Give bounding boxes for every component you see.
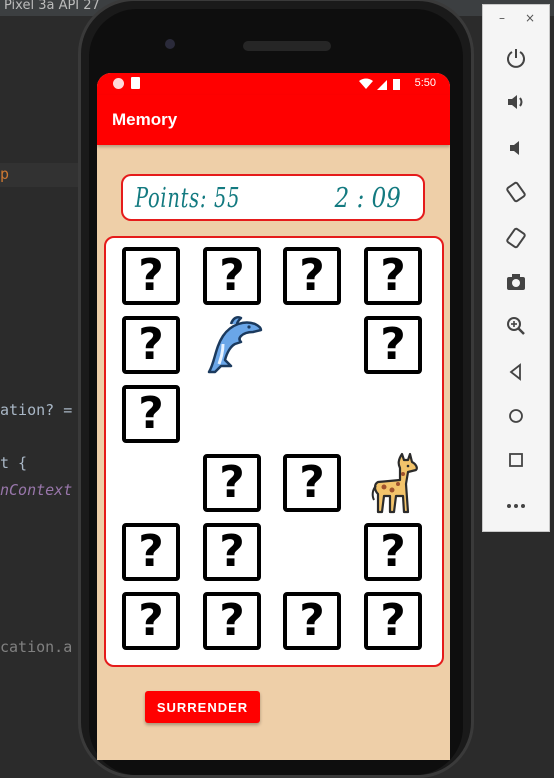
- card-back: ?: [283, 454, 341, 512]
- question-mark-icon: ?: [380, 250, 406, 301]
- card-back: ?: [364, 247, 422, 305]
- more-icon[interactable]: [503, 493, 529, 519]
- device-tab-label[interactable]: Pixel 3a API 27: [4, 0, 100, 13]
- question-mark-icon: ?: [219, 250, 245, 301]
- hidden-card[interactable]: ?: [364, 592, 422, 650]
- question-mark-icon: ?: [299, 595, 325, 646]
- close-button[interactable]: ×: [525, 11, 535, 25]
- code-fragment: cation.a: [0, 638, 73, 656]
- dolphin-icon: [201, 314, 263, 380]
- timer-label: 2 : 09: [334, 183, 401, 214]
- hidden-card[interactable]: ?: [364, 247, 422, 305]
- sd-card-icon: [131, 77, 140, 89]
- power-icon[interactable]: [503, 45, 529, 71]
- volume-up-icon[interactable]: [503, 89, 529, 115]
- card-back: ?: [122, 592, 180, 650]
- question-mark-icon: ?: [219, 595, 245, 646]
- card-back: ?: [203, 523, 261, 581]
- battery-icon: [393, 79, 400, 90]
- app-title: Memory: [112, 110, 178, 129]
- cell-signal-icon: [377, 80, 387, 90]
- home-icon[interactable]: [503, 403, 529, 429]
- zoom-icon[interactable]: [503, 313, 529, 339]
- card-back: ?: [122, 385, 180, 443]
- minimize-button[interactable]: –: [499, 11, 505, 25]
- hidden-card[interactable]: ?: [122, 316, 180, 374]
- volume-down-icon[interactable]: [503, 135, 529, 161]
- hidden-card[interactable]: ?: [283, 592, 341, 650]
- card-back: ?: [122, 247, 180, 305]
- card-back: ?: [364, 523, 422, 581]
- hidden-card[interactable]: ?: [364, 316, 422, 374]
- card-back: ?: [203, 592, 261, 650]
- status-bar: 5:50: [97, 73, 450, 95]
- question-mark-icon: ?: [138, 319, 164, 370]
- hidden-card[interactable]: ?: [122, 385, 180, 443]
- rotate-left-icon[interactable]: [503, 179, 529, 205]
- question-mark-icon: ?: [138, 526, 164, 577]
- code-fragment: p: [0, 165, 10, 183]
- card-back: ?: [283, 247, 341, 305]
- hidden-card[interactable]: ?: [203, 592, 261, 650]
- front-camera: [165, 39, 175, 49]
- question-mark-icon: ?: [299, 250, 325, 301]
- camera-icon[interactable]: [503, 269, 529, 295]
- hidden-card[interactable]: ?: [122, 247, 180, 305]
- points-label: Points: 55: [135, 183, 241, 214]
- card-back: ?: [122, 316, 180, 374]
- score-panel: Points: 55 2 : 09: [121, 174, 425, 221]
- overview-icon[interactable]: [503, 447, 529, 473]
- emulator-toolbar: – ×: [482, 4, 550, 532]
- rotate-right-icon[interactable]: [503, 225, 529, 251]
- signal-icons: [359, 78, 400, 90]
- earpiece-speaker: [243, 41, 331, 51]
- card-back: ?: [203, 454, 261, 512]
- notification-icon: [113, 78, 124, 89]
- hidden-card[interactable]: ?: [364, 523, 422, 581]
- hidden-card[interactable]: ?: [283, 247, 341, 305]
- card-back: ?: [364, 316, 422, 374]
- question-mark-icon: ?: [380, 526, 406, 577]
- hidden-card[interactable]: ?: [122, 592, 180, 650]
- hidden-card[interactable]: ?: [203, 454, 261, 512]
- hidden-card[interactable]: ?: [122, 523, 180, 581]
- question-mark-icon: ?: [138, 595, 164, 646]
- giraffe-card[interactable]: [364, 452, 422, 514]
- hidden-card[interactable]: ?: [203, 247, 261, 305]
- card-back: ?: [203, 247, 261, 305]
- question-mark-icon: ?: [380, 319, 406, 370]
- code-fragment: ation? =: [0, 401, 73, 419]
- code-fragment: t {: [0, 454, 28, 472]
- giraffe-icon: [368, 450, 420, 520]
- question-mark-icon: ?: [380, 595, 406, 646]
- question-mark-icon: ?: [138, 388, 164, 439]
- question-mark-icon: ?: [138, 250, 164, 301]
- hidden-card[interactable]: ?: [203, 523, 261, 581]
- card-back: ?: [283, 592, 341, 650]
- surrender-button-label: SURRENDER: [156, 699, 249, 715]
- question-mark-icon: ?: [219, 457, 245, 508]
- clock: 5:50: [414, 77, 436, 89]
- dolphin-card[interactable]: [203, 316, 263, 374]
- app-screen: 5:50 Memory Points: 55 2 : 09 ??????????…: [97, 73, 450, 760]
- question-mark-icon: ?: [219, 526, 245, 577]
- wifi-icon: [359, 78, 373, 89]
- card-back: ?: [364, 592, 422, 650]
- back-icon[interactable]: [503, 359, 529, 385]
- surrender-button[interactable]: SURRENDER: [145, 691, 260, 723]
- app-bar: Memory: [97, 95, 450, 145]
- memory-board: ????????????????: [104, 236, 444, 667]
- question-mark-icon: ?: [299, 457, 325, 508]
- card-back: ?: [122, 523, 180, 581]
- hidden-card[interactable]: ?: [283, 454, 341, 512]
- code-fragment: nContext: [0, 481, 73, 499]
